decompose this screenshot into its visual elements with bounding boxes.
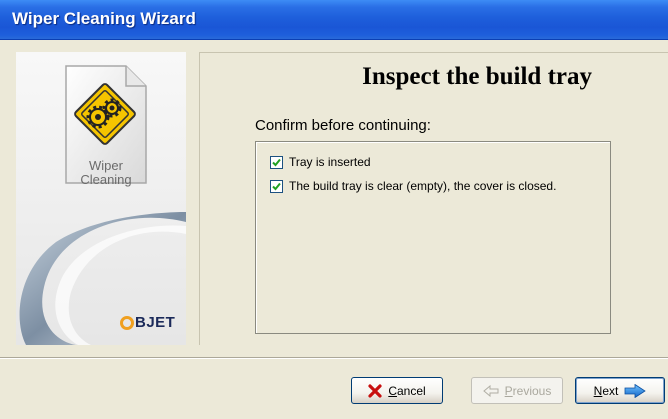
icon-label-line2: Cleaning: [80, 172, 132, 187]
next-button[interactable]: Next: [575, 377, 665, 404]
wizard-content: Inspect the build tray Confirm before co…: [199, 52, 668, 345]
wizard-sidebar: Wiper Cleaning BJET: [16, 52, 186, 345]
checklist-item-tray-clear[interactable]: The build tray is clear (empty), the cov…: [270, 179, 556, 193]
objet-logo: BJET: [120, 314, 175, 331]
next-label: ext: [602, 383, 619, 398]
previous-button[interactable]: Previous: [471, 377, 563, 404]
logo-o-mark: [120, 315, 134, 330]
footer-separator: [0, 357, 668, 359]
checkmark-icon: [272, 182, 281, 190]
next-mnemonic: N: [593, 383, 603, 398]
checklist-item-tray-inserted[interactable]: Tray is inserted: [270, 155, 371, 169]
checklist-prompt: Confirm before continuing:: [255, 117, 431, 134]
tray-inserted-label: Tray is inserted: [289, 155, 371, 169]
forward-arrow-icon: [624, 383, 647, 398]
cancel-mnemonic: C: [388, 383, 397, 398]
previous-label: revious: [512, 383, 552, 398]
logo-text: BJET: [135, 314, 176, 331]
title-bar[interactable]: Wiper Cleaning Wizard: [0, 0, 668, 40]
page-title: Inspect the build tray: [362, 63, 592, 90]
cancel-label: ancel: [396, 383, 426, 398]
tray-clear-label: The build tray is clear (empty), the cov…: [289, 179, 557, 193]
cancel-button[interactable]: Cancel: [351, 377, 443, 404]
close-x-icon: [368, 383, 382, 398]
previous-mnemonic: P: [504, 383, 513, 398]
back-arrow-icon: [482, 384, 499, 397]
checklist-group: Tray is inserted The build tray is clear…: [255, 141, 611, 334]
wizard-window: Wiper Cleaning Wizard Wiper Cleaning BJE…: [0, 0, 668, 419]
tray-inserted-checkbox[interactable]: [270, 155, 283, 169]
checkmark-icon: [272, 158, 281, 166]
icon-label-line1: Wiper: [89, 158, 123, 173]
tray-clear-checkbox[interactable]: [270, 179, 283, 193]
window-title: Wiper Cleaning Wizard: [12, 9, 196, 28]
